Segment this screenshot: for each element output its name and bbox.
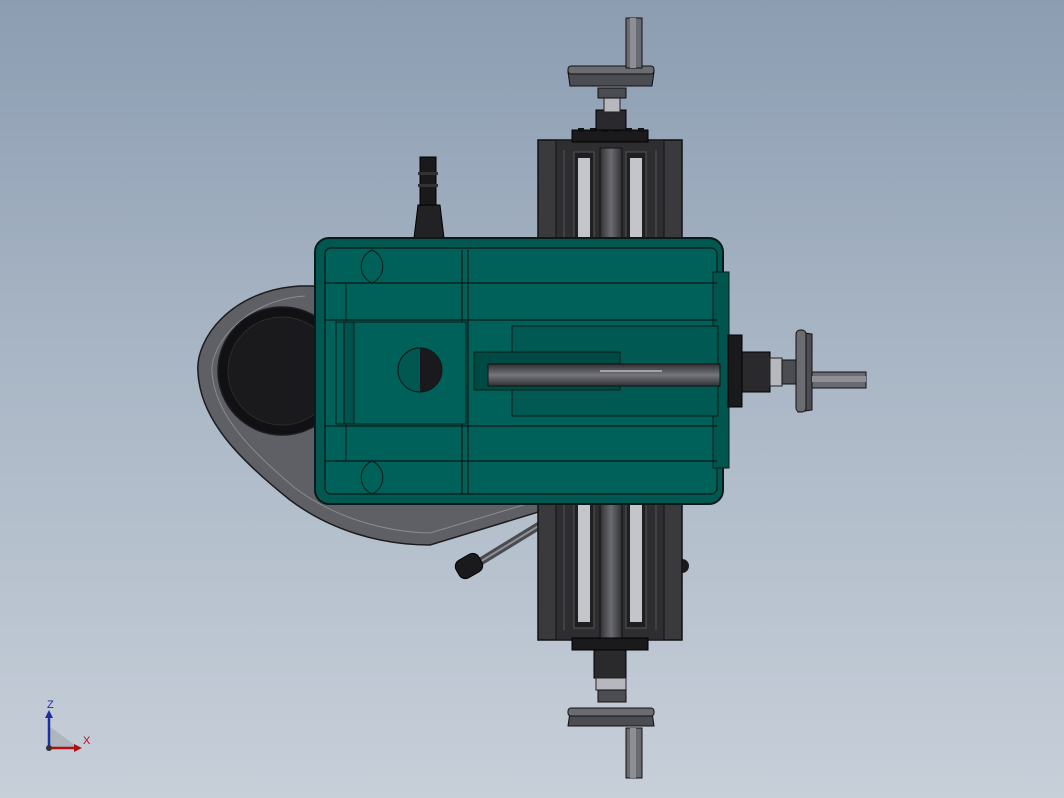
x-handwheel[interactable] [727,329,867,413]
cad-3d-viewport[interactable]: Z X [0,0,1064,798]
coordinate-triad [45,710,82,752]
milling-table-model[interactable] [0,0,1064,798]
top-lever[interactable] [413,156,445,239]
triad-z-label: Z [47,699,54,711]
triad-x-label: X [83,735,91,747]
x-table[interactable] [314,237,730,505]
y-handwheel-top[interactable] [567,17,655,143]
x-leadscrew [487,363,721,387]
y-handwheel-bottom[interactable] [567,637,655,779]
